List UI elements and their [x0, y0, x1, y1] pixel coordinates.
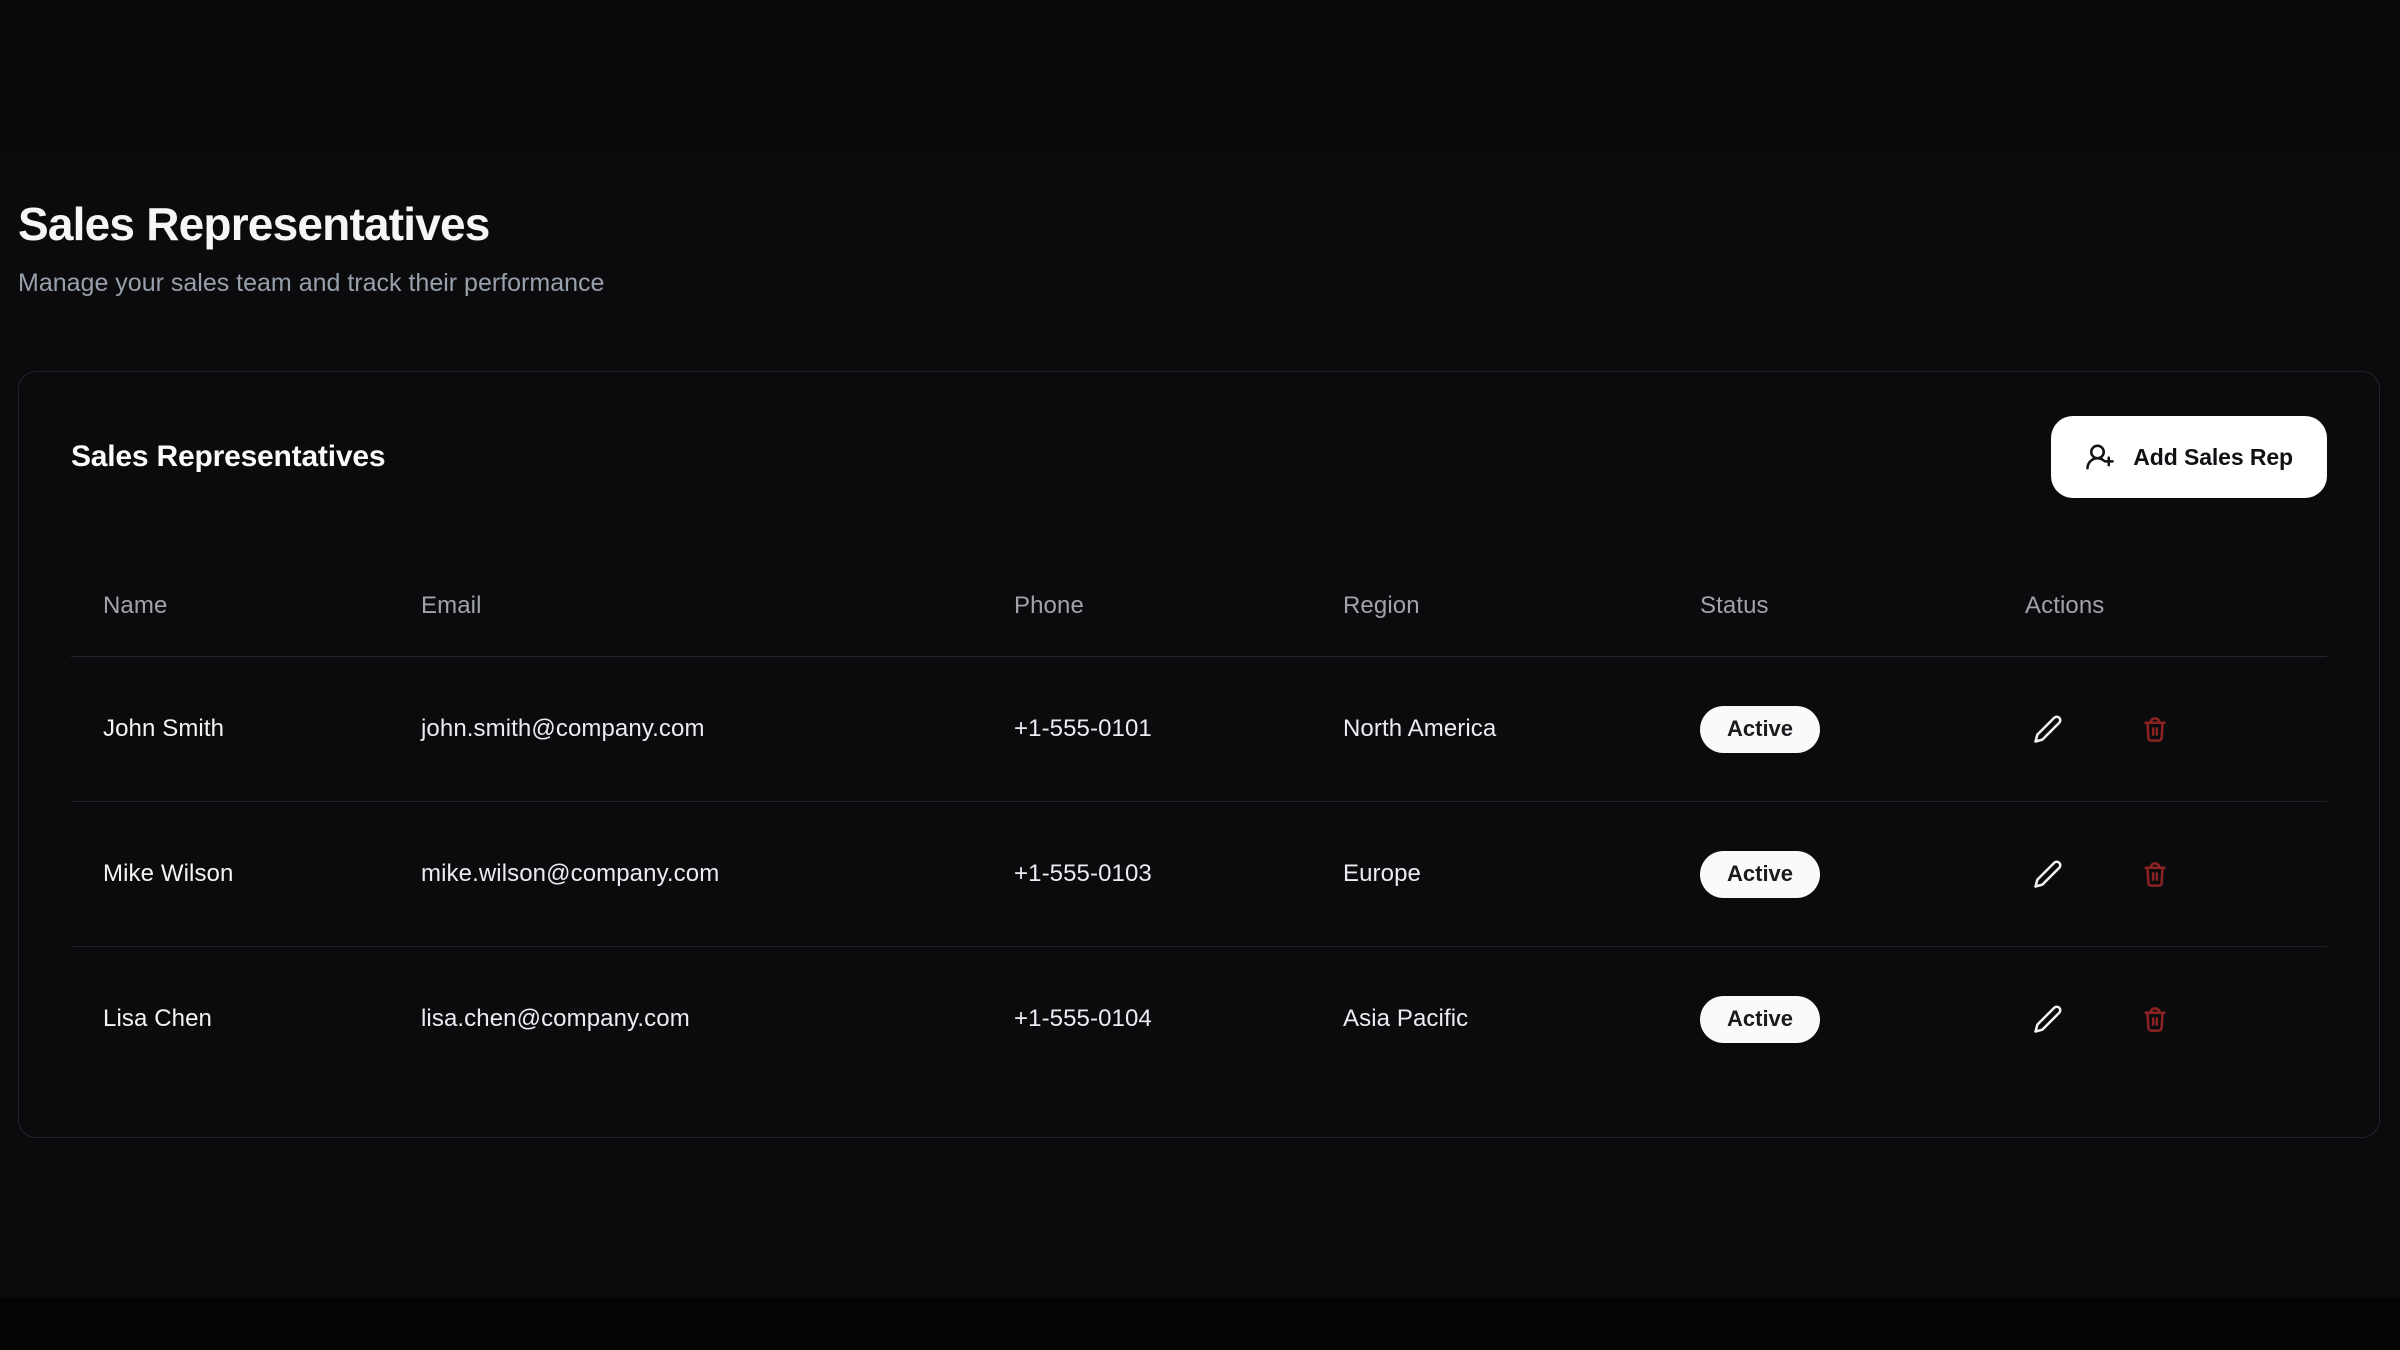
- column-header-region: Region: [1311, 534, 1668, 657]
- edit-button[interactable]: [2025, 706, 2071, 752]
- column-header-name: Name: [71, 534, 389, 657]
- status-badge: Active: [1700, 996, 1820, 1043]
- rep-region: Asia Pacific: [1311, 947, 1668, 1092]
- rep-phone: +1-555-0104: [982, 947, 1311, 1092]
- table-row: Lisa Chen lisa.chen@company.com +1-555-0…: [71, 947, 2327, 1092]
- table-row: John Smith john.smith@company.com +1-555…: [71, 657, 2327, 802]
- rep-email: lisa.chen@company.com: [389, 947, 982, 1092]
- sales-reps-table: Name Email Phone Region Status Actions J…: [71, 534, 2327, 1091]
- table-header-row: Name Email Phone Region Status Actions: [71, 534, 2327, 657]
- trash-icon: [2140, 714, 2170, 744]
- pencil-icon: [2033, 714, 2063, 744]
- trash-icon: [2140, 859, 2170, 889]
- card-title: Sales Representatives: [71, 440, 385, 474]
- delete-button[interactable]: [2132, 996, 2178, 1042]
- rep-name: Mike Wilson: [71, 802, 389, 947]
- card-header: Sales Representatives Add Sales Rep: [71, 416, 2327, 498]
- trash-icon: [2140, 1004, 2170, 1034]
- rep-region: Europe: [1311, 802, 1668, 947]
- rep-name: Lisa Chen: [71, 947, 389, 1092]
- rep-phone: +1-555-0103: [982, 802, 1311, 947]
- column-header-email: Email: [389, 534, 982, 657]
- bottom-background-band: [0, 1298, 2400, 1350]
- edit-button[interactable]: [2025, 851, 2071, 897]
- rep-name: John Smith: [71, 657, 389, 802]
- pencil-icon: [2033, 859, 2063, 889]
- rep-region: North America: [1311, 657, 1668, 802]
- rep-email: john.smith@company.com: [389, 657, 982, 802]
- table-row: Mike Wilson mike.wilson@company.com +1-5…: [71, 802, 2327, 947]
- main-content: Sales Representatives Manage your sales …: [18, 0, 2380, 1138]
- delete-button[interactable]: [2132, 851, 2178, 897]
- rep-email: mike.wilson@company.com: [389, 802, 982, 947]
- column-header-phone: Phone: [982, 534, 1311, 657]
- edit-button[interactable]: [2025, 996, 2071, 1042]
- status-badge: Active: [1700, 851, 1820, 898]
- page-title: Sales Representatives: [18, 198, 2380, 251]
- status-badge: Active: [1700, 706, 1820, 753]
- column-header-status: Status: [1668, 534, 1993, 657]
- add-sales-rep-button[interactable]: Add Sales Rep: [2051, 416, 2327, 498]
- add-button-label: Add Sales Rep: [2133, 444, 2293, 471]
- user-plus-icon: [2085, 442, 2115, 472]
- delete-button[interactable]: [2132, 706, 2178, 752]
- column-header-actions: Actions: [1993, 534, 2327, 657]
- rep-phone: +1-555-0101: [982, 657, 1311, 802]
- pencil-icon: [2033, 1004, 2063, 1034]
- sales-reps-card: Sales Representatives Add Sales Rep: [18, 371, 2380, 1138]
- page-subtitle: Manage your sales team and track their p…: [18, 267, 2380, 300]
